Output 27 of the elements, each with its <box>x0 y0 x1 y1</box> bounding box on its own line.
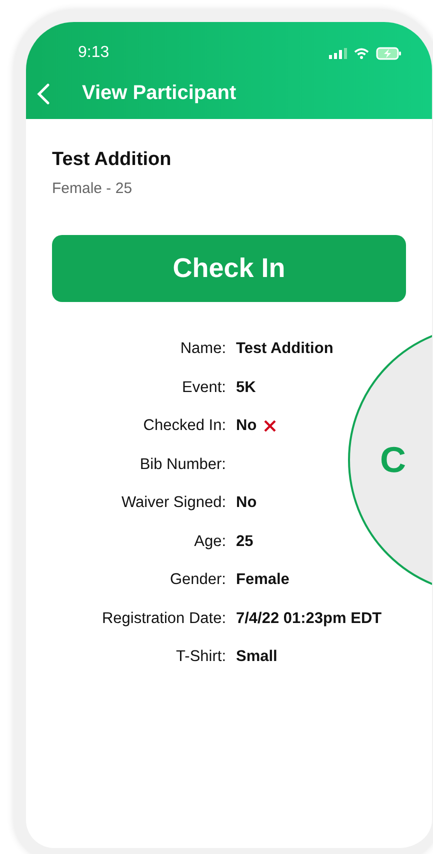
field-label: Registration Date: <box>100 610 226 628</box>
field-label: Checked In: <box>142 417 226 436</box>
check-in-button[interactable]: Check In <box>52 235 406 302</box>
field-label: Age: <box>193 532 226 551</box>
battery-charging-icon <box>376 46 402 60</box>
field-value: 25 <box>236 532 254 551</box>
field-value: Test Addition <box>236 340 334 358</box>
field-value: No <box>236 417 257 436</box>
wifi-icon <box>354 48 369 58</box>
participant-name: Test Addition <box>52 149 172 171</box>
field-value: 7/4/22 01:23pm EDT <box>236 610 382 628</box>
back-button[interactable] <box>36 82 50 104</box>
participant-summary: Female - 25 <box>52 180 134 197</box>
field-value: Female <box>236 571 290 590</box>
signal-icon <box>329 48 347 58</box>
magnified-text: C <box>380 439 406 481</box>
field-value: Small <box>236 648 278 666</box>
field-label: Name: <box>179 340 226 358</box>
field-value: 5K <box>236 378 256 397</box>
field-label: Event: <box>181 378 226 397</box>
field-label: Waiver Signed: <box>120 494 226 512</box>
field-value: No <box>236 494 257 512</box>
screen-title: View Participant <box>82 82 236 105</box>
status-time: 9:13 <box>78 44 110 62</box>
field-label: T-Shirt: <box>175 648 226 666</box>
field-label: Gender: <box>168 571 226 590</box>
field-label: Bib Number: <box>138 456 226 474</box>
